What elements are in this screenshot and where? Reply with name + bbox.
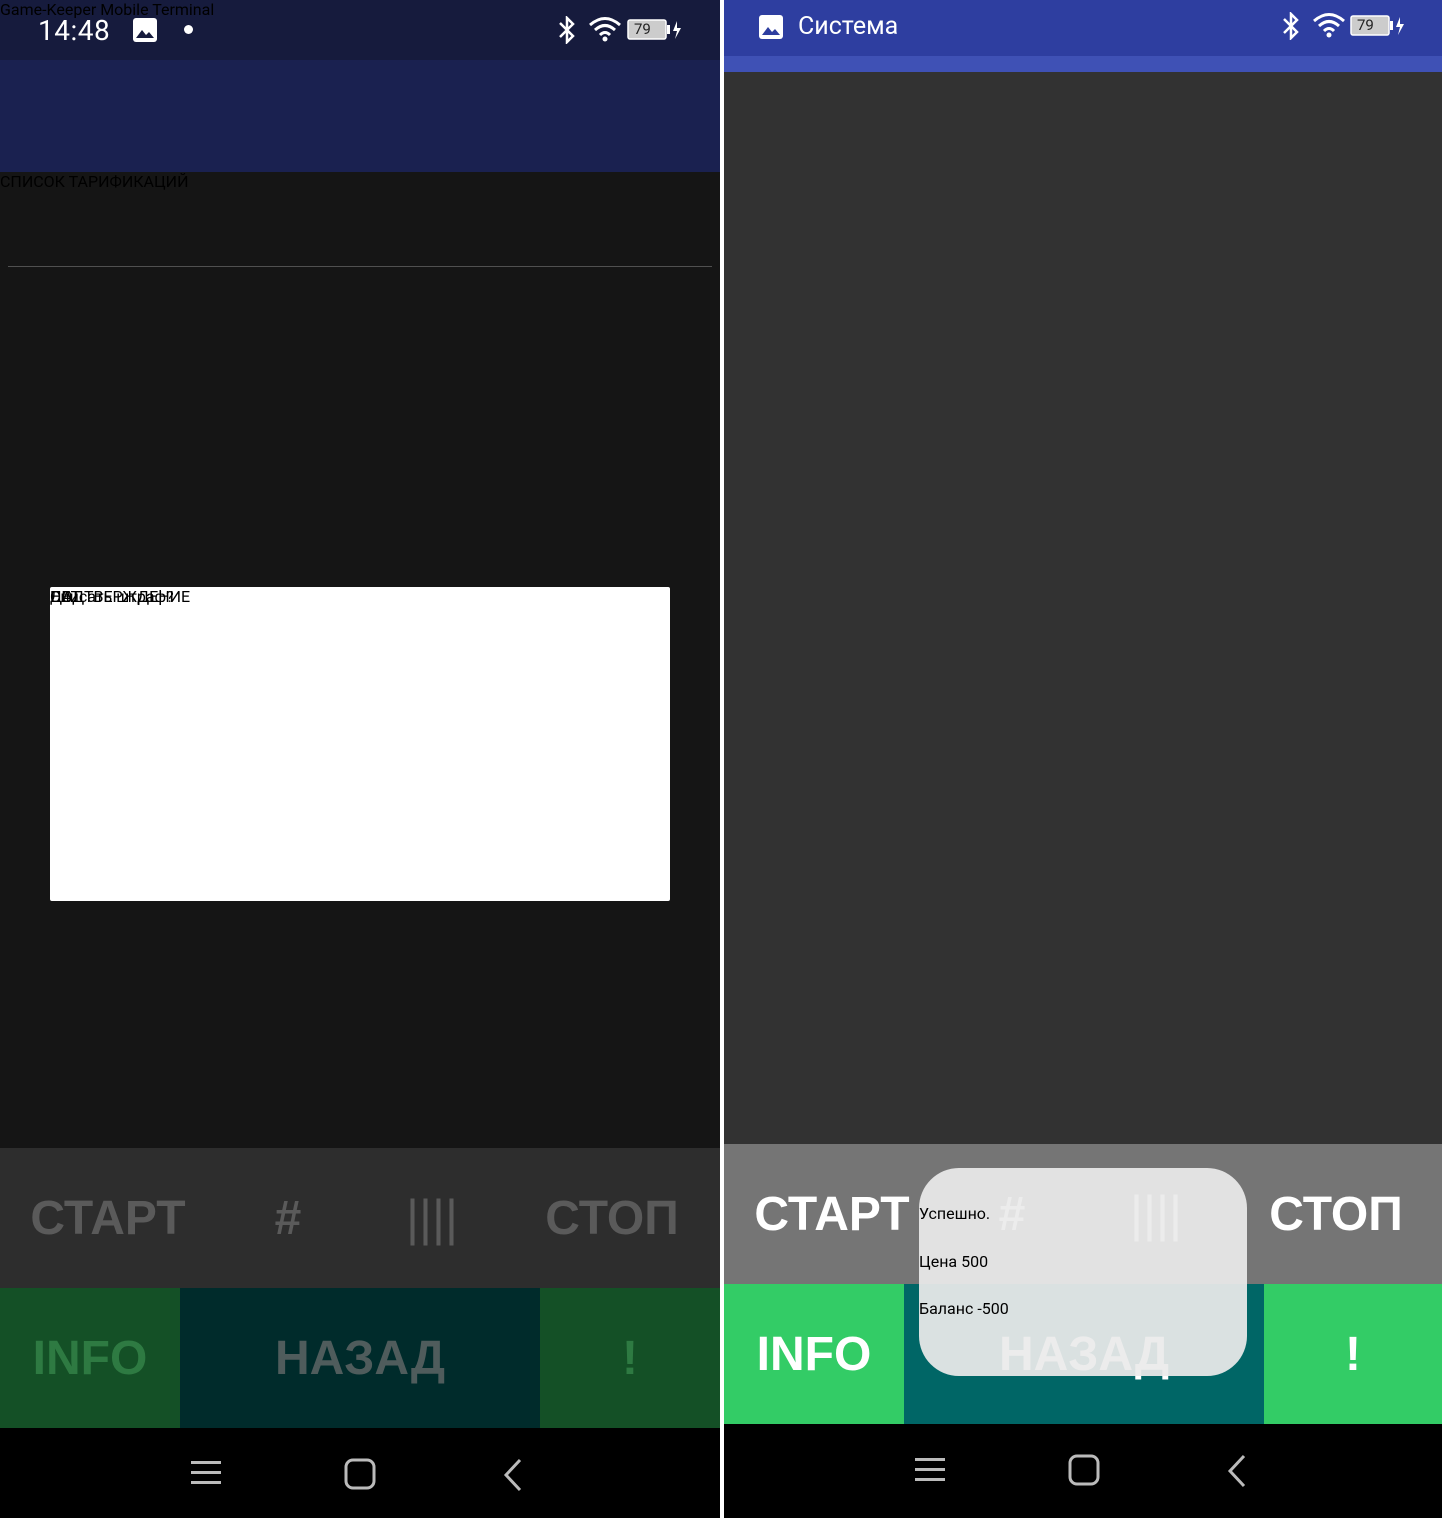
confirm-dialog (50, 587, 670, 901)
image-icon (758, 14, 784, 40)
yes-button[interactable]: ДА (50, 587, 73, 606)
menu-icon[interactable] (190, 1459, 222, 1487)
notification-dot (184, 25, 193, 34)
list-header-title: СПИСОК ТАРИФИКАЦИЙ (0, 172, 189, 191)
wifi-icon (1312, 12, 1346, 38)
back-icon[interactable] (502, 1458, 524, 1492)
battery-level: 79 (1357, 16, 1374, 34)
toast-message (919, 1168, 1247, 1376)
barcode-button[interactable]: |||| (360, 1148, 504, 1288)
system-nav-bar (724, 1424, 1442, 1518)
alert-button[interactable]: ! (1264, 1284, 1442, 1424)
home-icon[interactable] (344, 1458, 376, 1490)
toast-line-price: Цена 500 (919, 1252, 989, 1271)
start-button[interactable]: СТАРТ (0, 1148, 216, 1288)
bluetooth-icon (1280, 12, 1302, 40)
toast-line-status: Успешно. (919, 1204, 991, 1223)
left-phone-screen: 14:48 79 Game-Keeper Mobile Terminal СПИ… (0, 0, 720, 1518)
notification-title: Система (798, 12, 899, 41)
wifi-icon (588, 16, 622, 42)
bluetooth-icon (556, 16, 578, 44)
info-button[interactable]: INFO (0, 1288, 180, 1428)
content-area (724, 72, 1442, 1144)
back-button[interactable]: НАЗАД (180, 1288, 540, 1428)
toast-line-balance: Баланс -500 (919, 1299, 1009, 1318)
app-bar (0, 60, 720, 172)
app-bar-strip (724, 56, 1442, 72)
home-icon[interactable] (1068, 1454, 1100, 1486)
back-icon[interactable] (1226, 1454, 1248, 1488)
stop-button[interactable]: СТОП (1228, 1144, 1442, 1284)
app-title: Game-Keeper Mobile Terminal (0, 0, 215, 19)
alert-button[interactable]: ! (540, 1288, 720, 1428)
system-nav-bar (0, 1428, 720, 1518)
start-button[interactable]: СТАРТ (724, 1144, 940, 1284)
status-bar: Система 79 (724, 0, 1442, 56)
image-icon (132, 17, 158, 43)
menu-icon[interactable] (914, 1456, 946, 1484)
right-phone-screen: Система 79 СТАРТ # |||| СТОП INFO НАЗАД … (724, 0, 1442, 1518)
hash-button[interactable]: # (216, 1148, 360, 1288)
stop-button[interactable]: СТОП (504, 1148, 720, 1288)
battery-level: 79 (634, 20, 651, 38)
info-button[interactable]: INFO (724, 1284, 904, 1424)
